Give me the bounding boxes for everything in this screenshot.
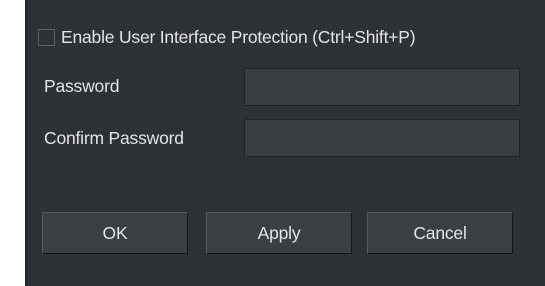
enable-protection-toggle[interactable]: Enable User Interface Protection (Ctrl+S… xyxy=(38,26,416,48)
password-field[interactable] xyxy=(244,68,520,106)
ok-button[interactable]: OK xyxy=(42,212,188,254)
password-label: Password xyxy=(44,76,120,96)
confirm-password-label: Confirm Password xyxy=(44,128,184,148)
enable-protection-label[interactable]: Enable User Interface Protection (Ctrl+S… xyxy=(61,27,416,48)
confirm-password-field[interactable] xyxy=(244,119,520,157)
ui-protection-dialog: Enable User Interface Protection (Ctrl+S… xyxy=(25,0,545,286)
apply-button[interactable]: Apply xyxy=(206,212,352,254)
enable-protection-checkbox[interactable] xyxy=(38,28,55,46)
cancel-button[interactable]: Cancel xyxy=(367,212,513,254)
